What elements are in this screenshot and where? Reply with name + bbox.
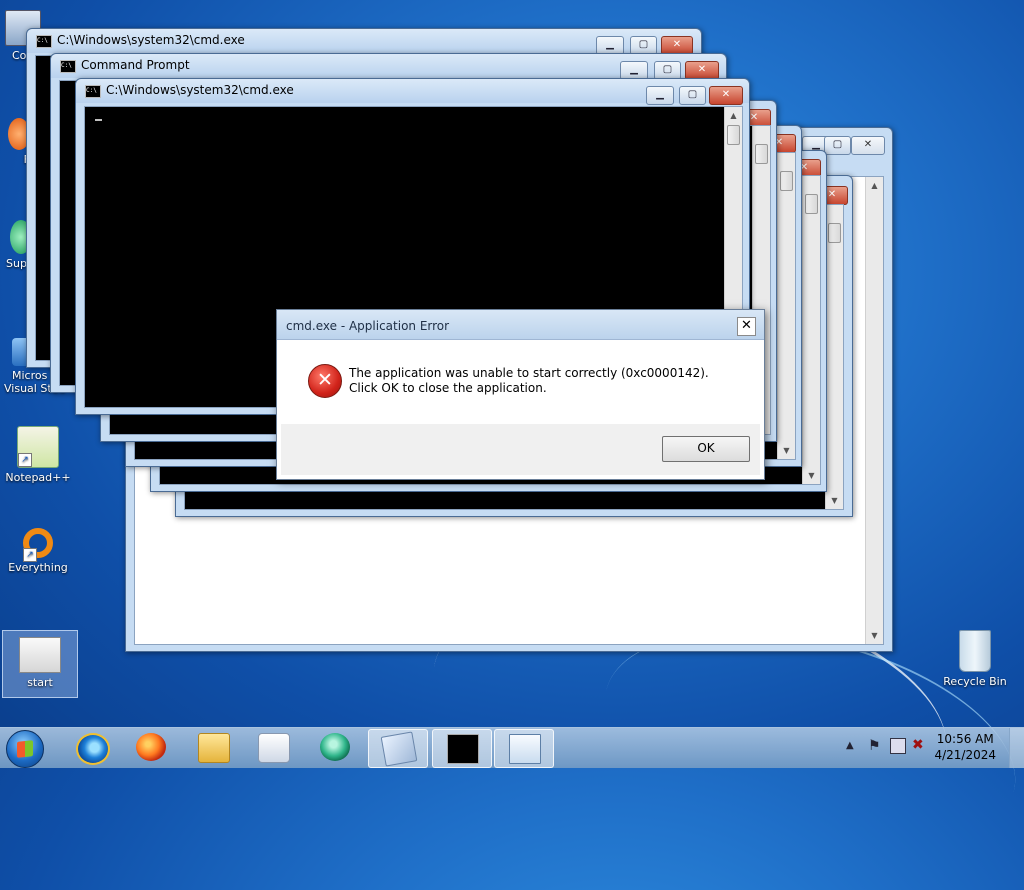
- taskbar-media-player[interactable]: [244, 729, 302, 766]
- taskbar: ▲ ⚑ ✖ 10:56 AM 4/21/2024: [0, 727, 1024, 768]
- clock[interactable]: 10:56 AM 4/21/2024: [934, 731, 996, 763]
- batch-file-icon: [19, 637, 61, 673]
- error-message: The application was unable to start corr…: [349, 366, 709, 395]
- dialog-footer: OK: [281, 424, 760, 475]
- network-icon[interactable]: [890, 738, 906, 754]
- desktop-icon-label: Everything: [8, 561, 68, 574]
- cmd-icon: C:\: [60, 60, 76, 73]
- cmd-icon: [447, 734, 479, 764]
- firefox-icon: [136, 733, 166, 761]
- clock-time: 10:56 AM: [936, 732, 994, 746]
- scroll-down-icon[interactable]: ▼: [778, 442, 795, 459]
- recycle-bin-icon: [959, 630, 991, 672]
- desktop-icon-recycle-bin[interactable]: Recycle Bin: [940, 630, 1010, 688]
- desktop-icon-label: Recycle Bin: [943, 675, 1007, 688]
- volume-muted-icon[interactable]: ✖: [912, 737, 924, 753]
- taskbar-firefox[interactable]: [122, 729, 180, 766]
- taskbar-notepad[interactable]: [368, 729, 428, 768]
- media-player-icon: [258, 733, 290, 763]
- scroll-thumb[interactable]: [805, 194, 818, 214]
- vertical-scrollbar[interactable]: ▼: [777, 153, 795, 459]
- notepadpp-icon: ↗: [17, 426, 59, 468]
- desktop-icon-start[interactable]: start: [2, 630, 78, 698]
- dialog-titlebar[interactable]: cmd.exe - Application Error ✕: [277, 310, 764, 340]
- scroll-up-icon[interactable]: ▲: [866, 177, 883, 194]
- window-properties-icon: [509, 734, 541, 764]
- app-icon: [320, 733, 350, 761]
- internet-explorer-icon: [76, 733, 110, 765]
- scroll-thumb[interactable]: [727, 125, 740, 145]
- clock-date: 4/21/2024: [934, 748, 996, 762]
- taskbar-properties[interactable]: [494, 729, 554, 768]
- folder-icon: [198, 733, 230, 763]
- cmd-icon: C:\: [85, 85, 101, 98]
- scroll-up-icon[interactable]: ▲: [725, 107, 742, 124]
- scroll-down-icon[interactable]: ▼: [866, 627, 883, 644]
- windows-logo-icon: [17, 740, 33, 758]
- desktop-icon-everything[interactable]: ↗ Everything: [3, 528, 73, 574]
- scroll-thumb[interactable]: [780, 171, 793, 191]
- scroll-thumb[interactable]: [828, 223, 841, 243]
- minimize-button[interactable]: ▁: [646, 86, 674, 105]
- action-center-flag-icon[interactable]: ⚑: [868, 738, 881, 754]
- taskbar-internet-explorer[interactable]: [62, 729, 120, 766]
- vertical-scrollbar[interactable]: ▲ ▼: [865, 177, 883, 644]
- dialog-title: cmd.exe - Application Error: [286, 319, 450, 333]
- everything-search-icon: ↗: [23, 528, 53, 562]
- desktop-icon-label: start: [27, 676, 53, 689]
- taskbar-cmd[interactable]: [432, 729, 492, 768]
- taskbar-app[interactable]: [306, 729, 364, 766]
- close-button[interactable]: ✕: [709, 86, 743, 105]
- notepad-icon: [380, 731, 418, 767]
- show-hidden-icons-icon[interactable]: ▲: [846, 740, 854, 751]
- maximize-button[interactable]: ▢: [824, 136, 851, 155]
- window-title: C:\Windows\system32\cmd.exe: [106, 83, 294, 97]
- error-icon: ✕: [308, 364, 342, 398]
- shortcut-arrow-icon: ↗: [23, 548, 37, 562]
- ok-button[interactable]: OK: [662, 436, 750, 462]
- scroll-thumb[interactable]: [755, 144, 768, 164]
- show-desktop-button[interactable]: [1009, 728, 1024, 768]
- vertical-scrollbar[interactable]: ▼: [802, 176, 820, 484]
- text-cursor: [95, 119, 102, 121]
- maximize-button[interactable]: ▢: [679, 86, 706, 105]
- scroll-down-icon[interactable]: ▼: [826, 492, 843, 509]
- application-error-dialog[interactable]: cmd.exe - Application Error ✕ ✕ The appl…: [276, 309, 765, 480]
- desktop-icon-label: Notepad++: [5, 471, 71, 484]
- window-title: C:\Windows\system32\cmd.exe: [57, 33, 245, 47]
- start-button[interactable]: [6, 730, 44, 768]
- cmd-icon: C:\: [36, 35, 52, 48]
- window-title: Command Prompt: [81, 58, 190, 72]
- vertical-scrollbar[interactable]: ▼: [825, 205, 843, 509]
- taskbar-file-explorer[interactable]: [184, 729, 242, 766]
- close-icon[interactable]: ✕: [737, 317, 756, 336]
- dialog-body: ✕ The application was unable to start co…: [281, 340, 760, 422]
- scroll-down-icon[interactable]: ▼: [803, 467, 820, 484]
- system-tray: ▲ ⚑ ✖ 10:56 AM 4/21/2024: [838, 728, 1024, 768]
- shortcut-arrow-icon: ↗: [18, 453, 32, 467]
- desktop-icon-notepadpp[interactable]: ↗ Notepad++: [3, 426, 73, 484]
- close-button[interactable]: ✕: [851, 136, 885, 155]
